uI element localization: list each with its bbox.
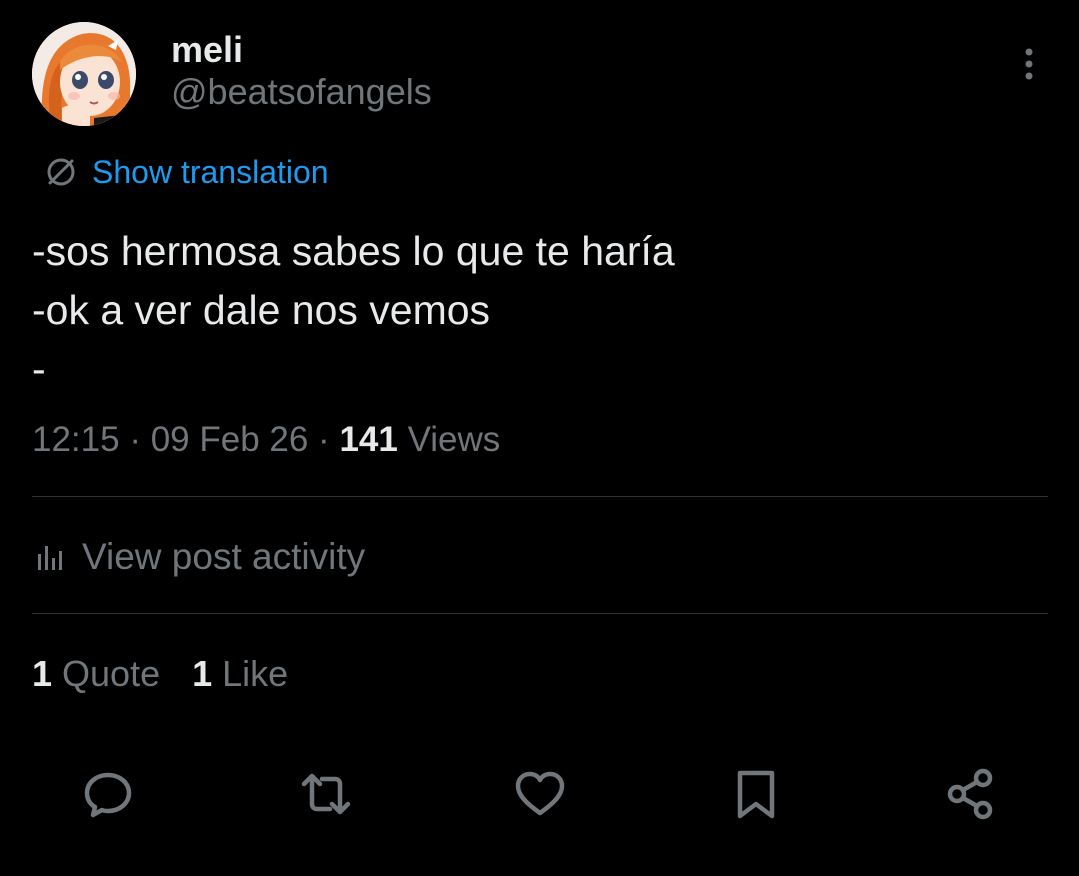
post-text: -sos hermosa sabes lo que te haría -ok a… [32, 222, 1032, 399]
divider [32, 496, 1048, 497]
more-vertical-icon [1025, 48, 1033, 80]
repost-button[interactable] [298, 766, 354, 822]
post-line: - [32, 346, 46, 392]
meta-separator: · [119, 420, 151, 459]
avatar[interactable] [32, 22, 136, 126]
post-time[interactable]: 12:15 [32, 420, 120, 459]
quotes-stat[interactable]: 1 Quote [32, 652, 160, 696]
share-button[interactable] [942, 766, 998, 822]
post-header: meli @beatsofangels [32, 22, 1047, 128]
repost-icon [301, 773, 351, 815]
show-translation-label: Show translation [92, 154, 329, 190]
divider [32, 613, 1048, 614]
likes-label: Like [212, 653, 289, 694]
post-stats: 1 Quote 1 Like [32, 652, 320, 696]
post-date[interactable]: 09 Feb 26 [151, 420, 309, 459]
action-bar [0, 766, 1079, 822]
likes-count: 1 [192, 653, 213, 694]
user-handle[interactable]: @beatsofangels [171, 70, 432, 114]
post-line: -sos hermosa sabes lo que te haría [32, 228, 675, 274]
author-names: meli @beatsofangels [171, 30, 432, 114]
reply-button[interactable] [80, 766, 136, 822]
reply-icon [84, 772, 132, 818]
more-options-button[interactable] [1019, 46, 1039, 86]
views-count: 141 [339, 420, 398, 459]
post-metadata: 12:15 · 09 Feb 26 · 141 Views [32, 418, 500, 462]
likes-stat[interactable]: 1 Like [192, 652, 288, 696]
anime-girl-avatar-icon [32, 22, 136, 126]
show-translation-link[interactable]: Show translation [44, 152, 329, 192]
views-label: Views [397, 420, 501, 459]
quotes-count: 1 [32, 653, 53, 694]
meta-separator: · [308, 420, 340, 459]
like-button[interactable] [512, 766, 568, 822]
bookmark-button[interactable] [728, 766, 784, 822]
view-post-activity-label: View post activity [82, 536, 366, 577]
heart-icon [515, 771, 565, 816]
view-post-activity-button[interactable]: View post activity [36, 534, 365, 580]
display-name[interactable]: meli [171, 30, 432, 70]
bookmark-icon [737, 770, 775, 819]
post-line: -ok a ver dale nos vemos [32, 287, 491, 333]
share-icon [947, 768, 993, 820]
translate-icon [47, 158, 75, 186]
analytics-icon [38, 546, 62, 570]
quotes-label: Quote [52, 653, 161, 694]
